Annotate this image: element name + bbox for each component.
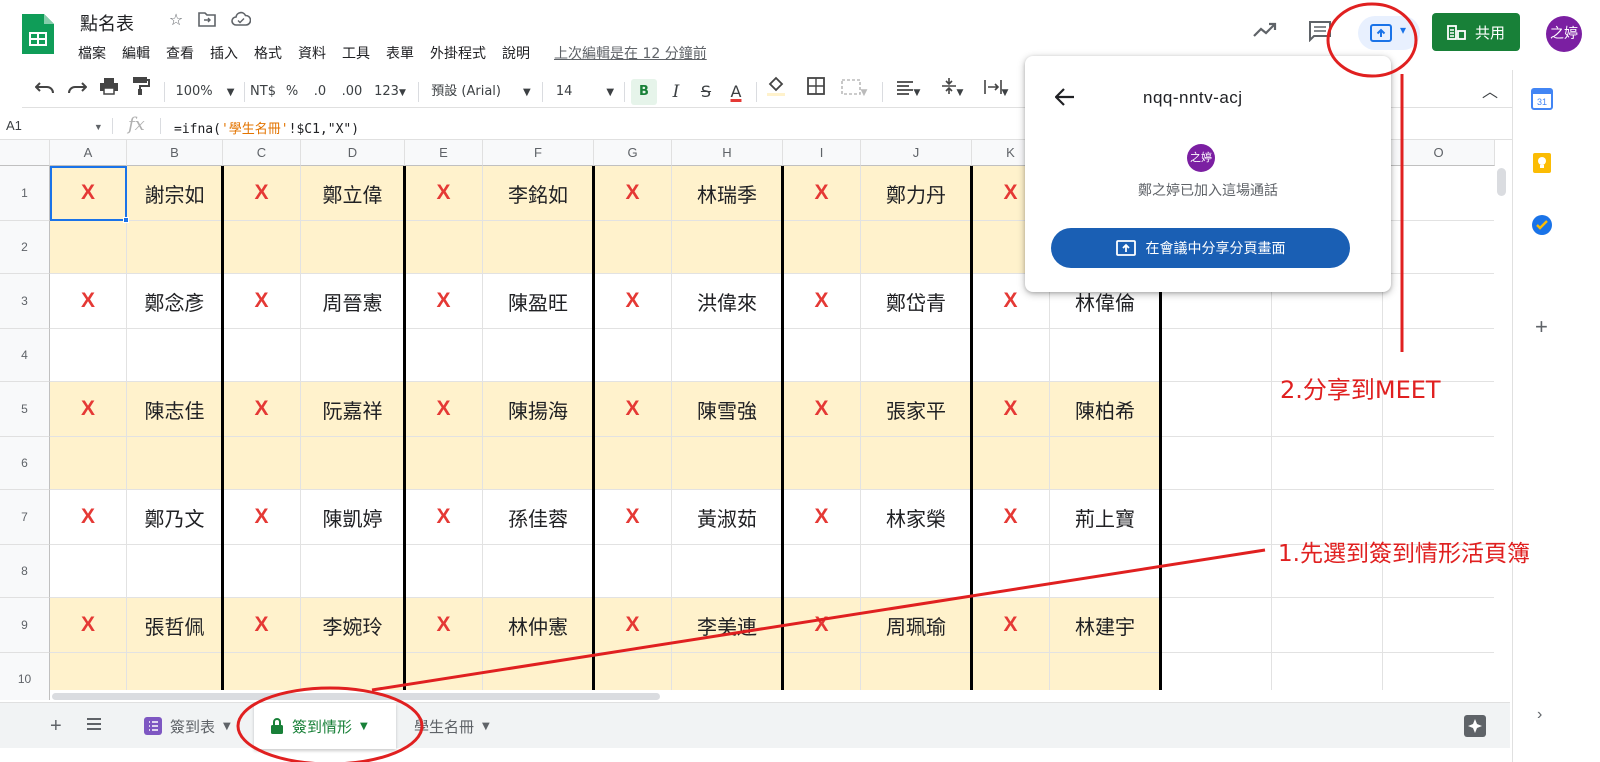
- annotation-step2: 2.分享到MEET: [1280, 376, 1441, 404]
- annotation-circle-present: [1326, 2, 1418, 78]
- google-sheets-window: 點名表 ☆ 檔案 編輯 查看 插入 格式 資料 工具 表單 外掛程式 說明 上次…: [0, 0, 1600, 762]
- annotation-circle-sheet-tab: [236, 686, 424, 762]
- annotation-line-sheet-tab: [371, 548, 1266, 692]
- annotation-step1: 1.先選到簽到情形活頁簿: [1278, 541, 1530, 567]
